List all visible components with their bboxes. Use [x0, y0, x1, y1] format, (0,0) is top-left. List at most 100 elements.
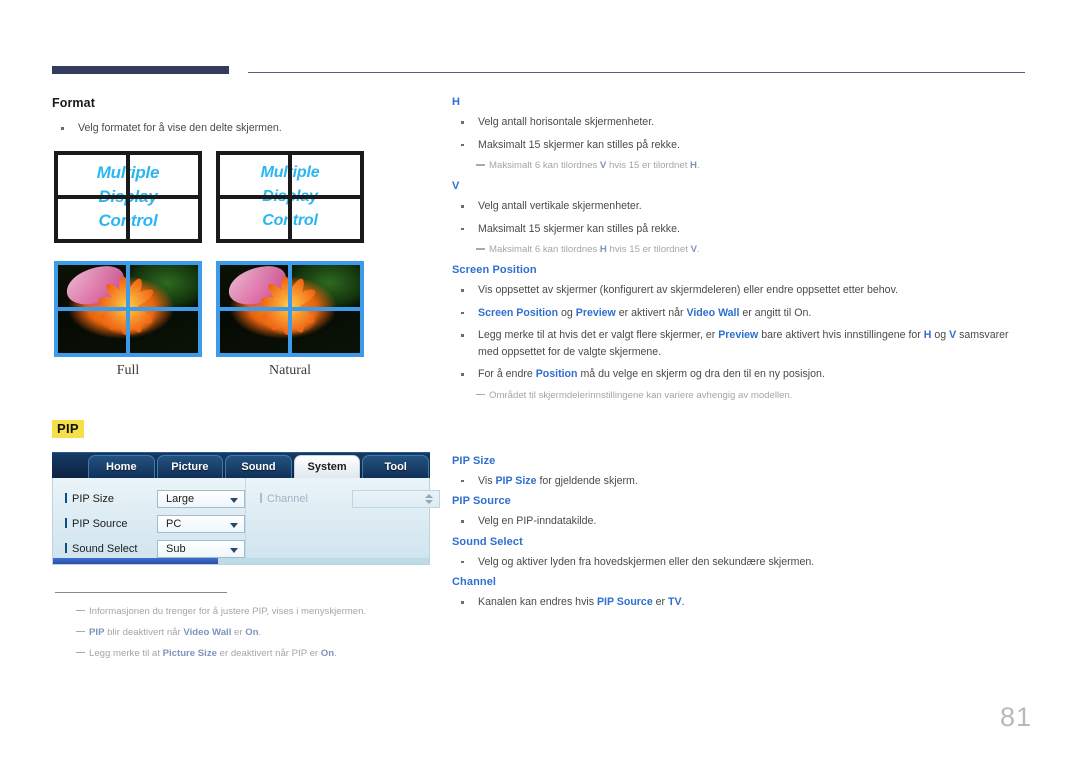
pip-note-3-part-3: On	[320, 647, 335, 659]
wall-horizontal-divider	[220, 194, 360, 199]
list-item: Vis PIP Size for gjeldende skjerm.	[452, 473, 1030, 490]
v-note-part-0: Maksimalt 6 kan tilordnes	[489, 244, 600, 255]
sp-b1-p0: Screen Position	[478, 306, 559, 319]
wall-diagram-full: Multiple Display Control	[54, 150, 202, 243]
caption-natural: Natural	[269, 362, 311, 378]
h-note-part-2: hvis 15 er tilordnet	[606, 160, 691, 171]
osd-scrollbar-thumb[interactable]	[53, 557, 219, 564]
pip-note-2-part-2: Video Wall	[183, 626, 232, 638]
list-item: For å endre Position må du velge en skje…	[452, 366, 1030, 383]
osd-tab-sound[interactable]: Sound	[225, 454, 292, 478]
chevron-up-icon[interactable]	[425, 493, 433, 498]
v-note-part-4: .	[696, 244, 700, 255]
chevron-down-icon	[230, 547, 238, 553]
v-note-part-1: H	[599, 244, 607, 255]
sp-b2-p4: og	[931, 329, 950, 341]
right-column: H Velg antall horisontale skjermenheter.…	[452, 96, 1030, 617]
right-pip-block: PIP Size Vis PIP Size for gjeldende skje…	[452, 455, 1030, 611]
screen-wall-diagrams: Multiple Display Control Multiple Displa…	[52, 150, 442, 251]
osd-tab-spacer	[56, 455, 86, 478]
sp-b2-p0: Legg merke til at hvis det er valgt fler…	[478, 329, 719, 341]
h-note: Maksimalt 6 kan tilordnes V hvis 15 er t…	[452, 158, 1030, 173]
osd-tab-home[interactable]: Home	[88, 454, 155, 478]
ps-b0-p2: for gjeldende skjerm.	[536, 474, 638, 487]
list-item: Velg en PIP-inndatakilde.	[452, 513, 1030, 530]
wall-diagram-natural: Multiple Display Control	[216, 150, 364, 243]
osd-value-sound-select: Sub	[166, 542, 186, 555]
sp-b0-p0: Vis oppsettet av skjermer (konfigurert a…	[478, 284, 899, 296]
osd-tab-tool[interactable]: Tool	[362, 454, 429, 478]
pip-note-3-part-0: Legg merke til at	[89, 647, 163, 659]
list-item: Velg antall vertikale skjermenheter.	[452, 198, 1030, 215]
screen-position-note: Området til skjermdelerinnstillingene ka…	[452, 388, 1030, 403]
pip-size-bullet-list: Vis PIP Size for gjeldende skjerm.	[452, 473, 1030, 490]
photo-horizontal-divider	[220, 306, 360, 311]
sp-b1-p2: Preview	[575, 306, 616, 319]
osd-value-pip-source: PC	[166, 517, 182, 530]
sp-b1-p4: Video Wall	[686, 306, 740, 319]
heading-screen-position: Screen Position	[452, 264, 537, 276]
osd-select-sound-select[interactable]: Sub	[157, 539, 245, 558]
sp-b2-p2: bare aktivert hvis innstillingene for	[758, 329, 924, 341]
osd-scrollbar[interactable]	[53, 557, 429, 564]
pip-note-1-text: Informasjonen du trenger for å justere P…	[89, 605, 367, 617]
ch-b0-p4: .	[681, 596, 685, 608]
osd-select-pip-source[interactable]: PC	[157, 514, 245, 533]
osd-menu-mock: Home Picture Sound System Tool PIP Size …	[52, 451, 440, 570]
sound-select-bullet-list: Velg og aktiver lyden fra hovedskjermen …	[452, 554, 1030, 571]
page-header-rule	[52, 64, 1025, 76]
chevron-down-icon	[230, 522, 238, 528]
ss-b0-p0: Velg og aktiver lyden fra hovedskjermen …	[478, 555, 815, 568]
osd-tab-system[interactable]: System	[293, 454, 361, 478]
footnote-rule	[55, 591, 227, 593]
photo-full	[54, 260, 202, 357]
pip-note-3-part-1: Picture Size	[162, 647, 217, 659]
ps-b0-p1: PIP Size	[495, 474, 537, 487]
pip-note-2: PIP blir deaktivert når Video Wall er On…	[52, 625, 442, 640]
osd-select-pip-size[interactable]: Large	[157, 489, 245, 508]
ch-b0-p0: Kanalen kan endres hvis	[478, 596, 597, 608]
sp-b3-p2: må du velge en skjerm og dra den til en …	[577, 368, 825, 380]
chevron-down-icon[interactable]	[425, 499, 433, 504]
format-bullet-list: Velg formatet for å vise den delte skjer…	[52, 120, 442, 137]
v-note-part-2: hvis 15 er tilordnet	[606, 244, 691, 255]
list-item: Legg merke til at hvis det er valgt fler…	[452, 327, 1030, 360]
header-thin-line	[248, 72, 1025, 73]
heading-sound-select: Sound Select	[452, 535, 523, 548]
ps-b0-p0: Vis	[478, 474, 496, 487]
h-bullet-list: Velg antall horisontale skjermenheter. M…	[452, 114, 1030, 153]
pip-note-2-part-5: .	[258, 626, 262, 638]
heading-pip-source: PIP Source	[452, 495, 511, 507]
caption-full: Full	[116, 362, 140, 378]
list-item: Kanalen kan endres hvis PIP Source er TV…	[452, 594, 1030, 611]
list-item: Maksimalt 15 skjermer kan stilles på rek…	[452, 221, 1030, 238]
format-heading: Format	[52, 96, 95, 110]
list-item: Maksimalt 15 skjermer kan stilles på rek…	[452, 137, 1030, 154]
ch-b0-p2: er	[652, 596, 669, 608]
list-item: Velg formatet for å vise den delte skjer…	[52, 120, 442, 137]
photo-examples: Full Natural	[52, 260, 442, 386]
osd-label-sound-select: Sound Select	[65, 543, 157, 555]
sp-b1-p3: er aktivert når	[615, 306, 687, 319]
osd-label-pip-source: PIP Source	[65, 518, 157, 530]
pip-note-2-part-0: PIP	[89, 626, 105, 638]
osd-tab-picture[interactable]: Picture	[156, 454, 224, 478]
photo-horizontal-divider	[58, 306, 198, 311]
pip-note-1: Informasjonen du trenger for å justere P…	[52, 604, 442, 619]
pip-section: PIP	[52, 419, 442, 438]
osd-value-pip-size: Large	[166, 492, 195, 505]
screen-position-bullet-list: Vis oppsettet av skjermer (konfigurert a…	[452, 282, 1030, 383]
ch-b0-p1: PIP Source	[596, 596, 653, 608]
h-note-part-0: Maksimalt 6 kan tilordnes	[489, 160, 600, 171]
osd-right-column: Channel	[245, 477, 440, 564]
heading-pip-size: PIP Size	[452, 454, 496, 467]
osd-spinner-channel[interactable]	[352, 489, 440, 508]
pip-note-3: Legg merke til at Picture Size er deakti…	[52, 646, 442, 661]
v-bullet-list: Velg antall vertikale skjermenheter. Mak…	[452, 198, 1030, 237]
pip-source-bullet-list: Velg en PIP-inndatakilde.	[452, 513, 1030, 530]
page-number: 81	[999, 702, 1032, 732]
list-item: Velg antall horisontale skjermenheter.	[452, 114, 1030, 131]
sp-b3-p0: For å endre	[478, 368, 536, 380]
pip-note-3-part-4: .	[334, 647, 337, 659]
heading-v: V	[452, 180, 460, 192]
